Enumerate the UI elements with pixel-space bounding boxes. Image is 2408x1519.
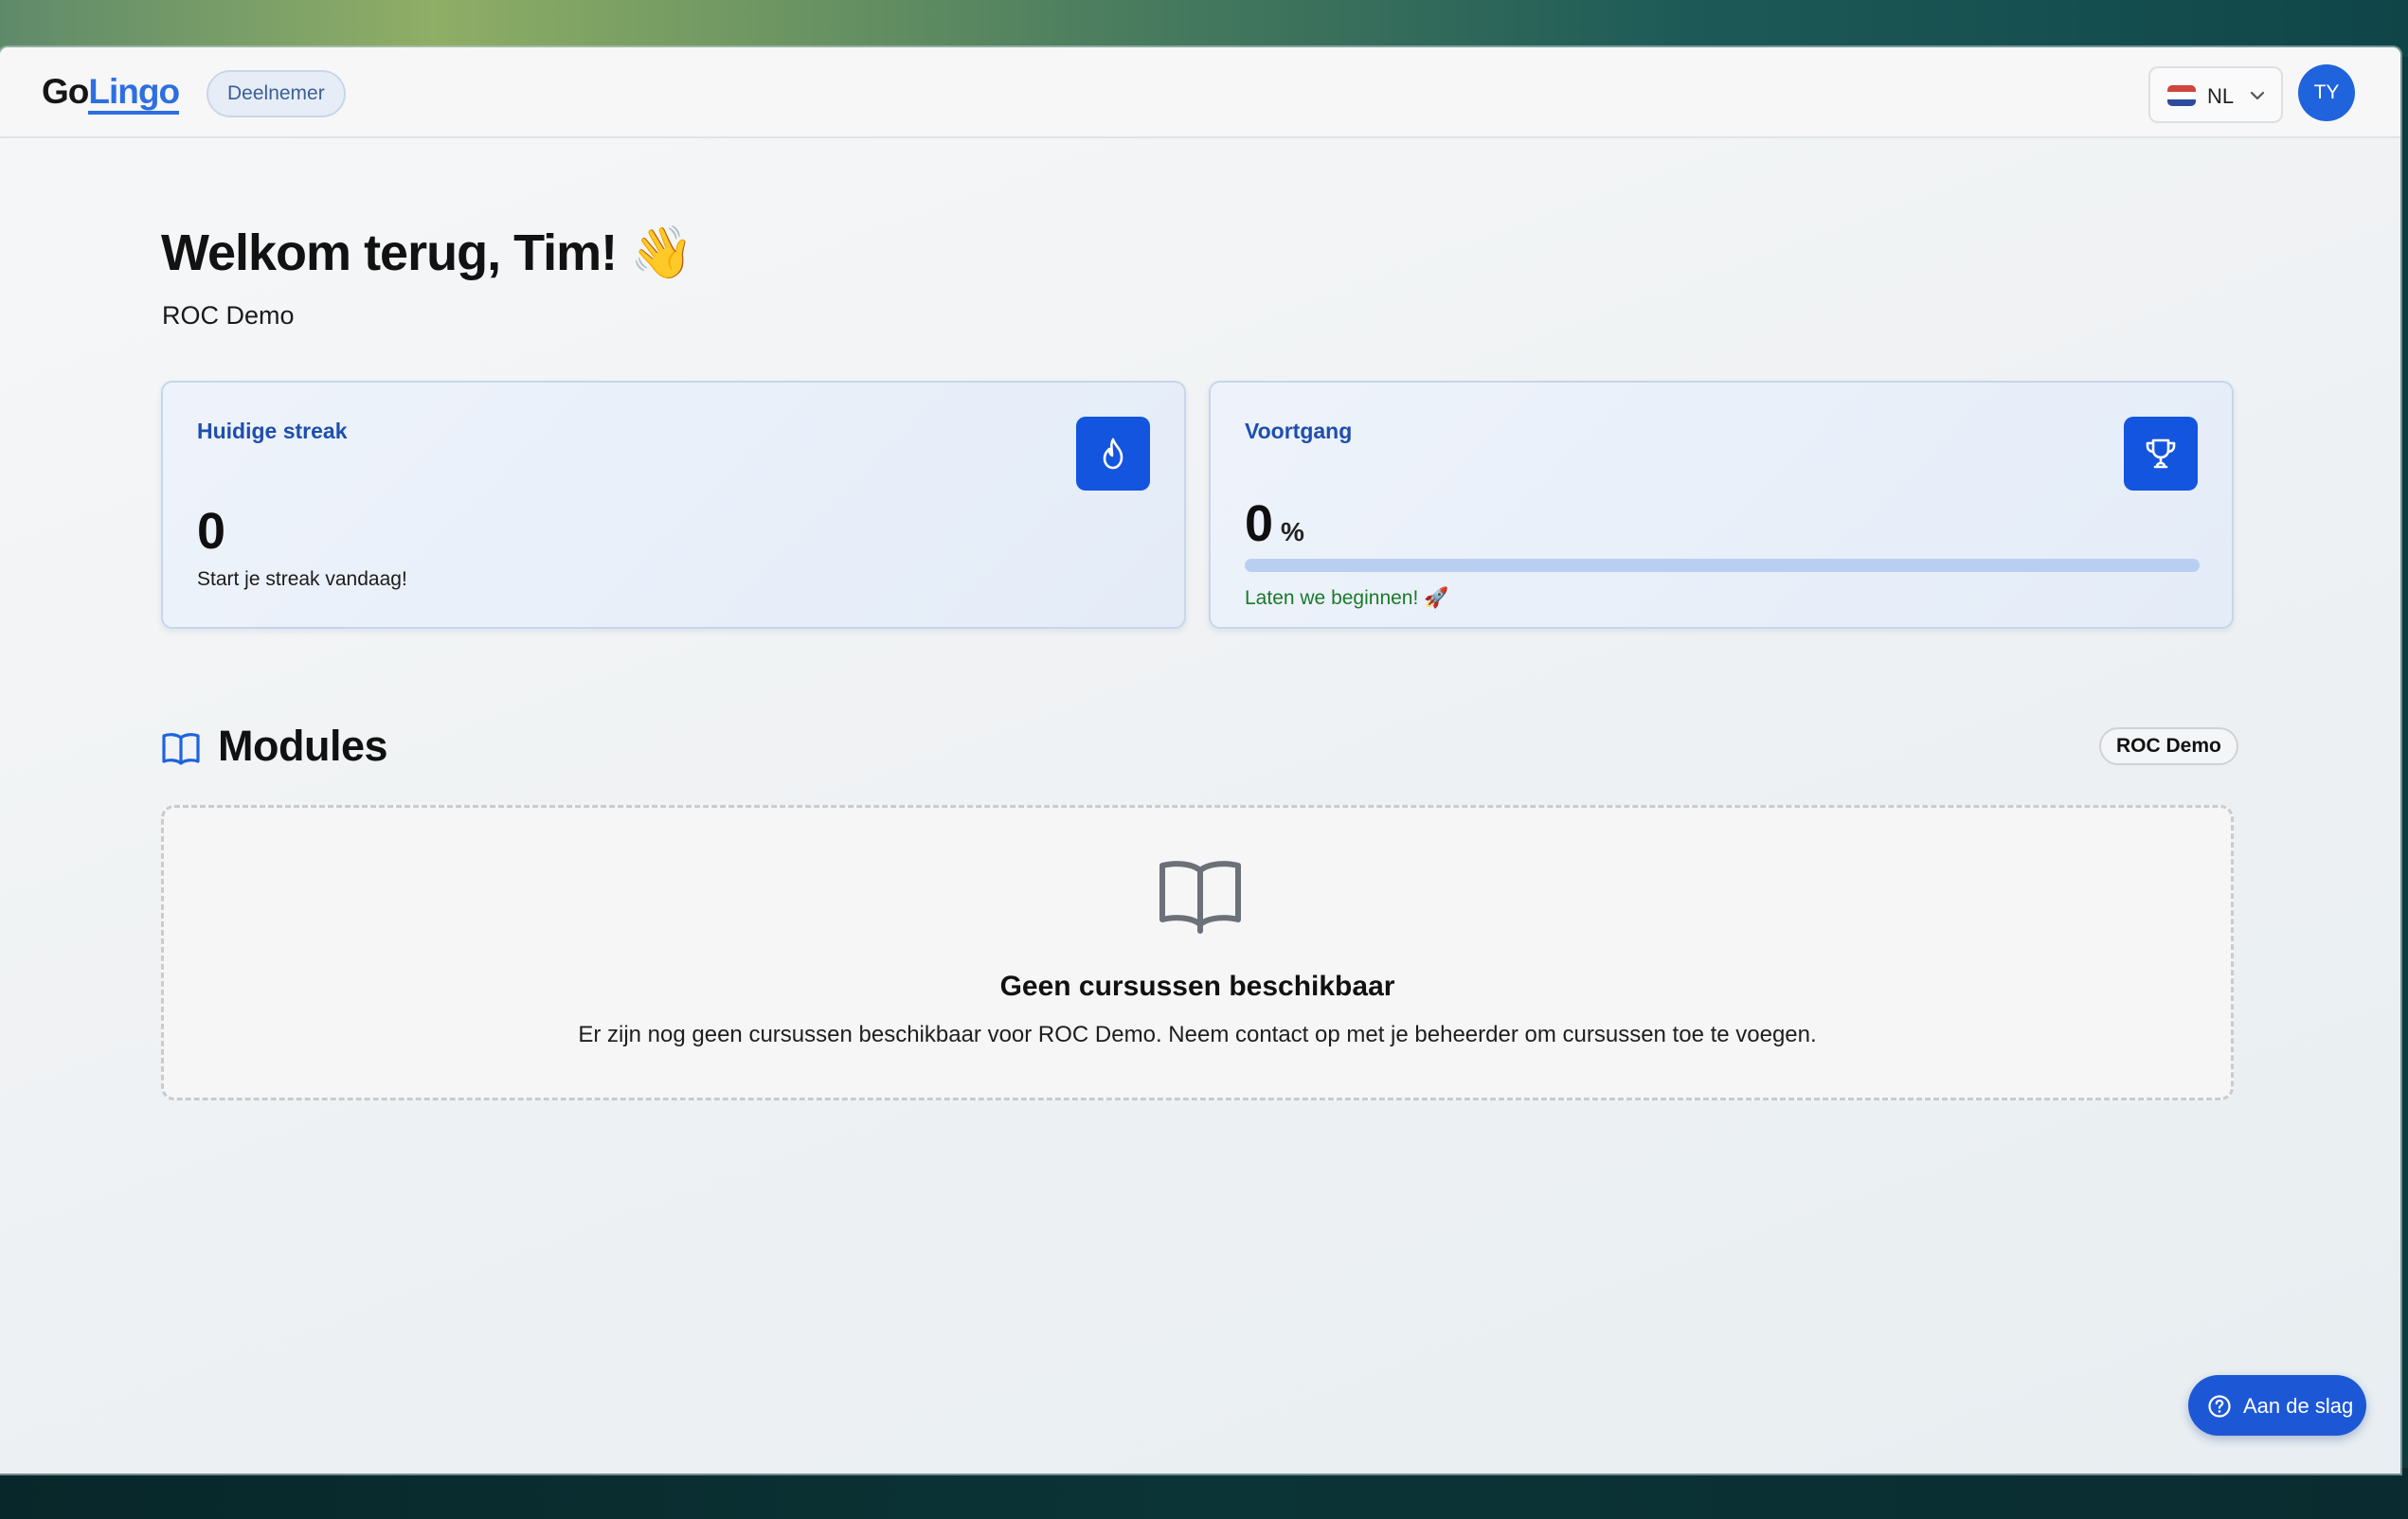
empty-courses-state: Geen cursussen beschikbaar Er zijn nog g… (161, 805, 2234, 1100)
progress-message: Laten we beginnen! 🚀 (1245, 587, 1449, 609)
logo-accent: Lingo (88, 72, 180, 115)
progress-value: 0 (1245, 495, 1274, 552)
language-selector[interactable]: NL (2148, 66, 2283, 123)
empty-state-description: Er zijn nog geen cursussen beschikbaar v… (578, 1022, 1817, 1047)
progress-value-wrapper: 0% (1245, 494, 1304, 553)
empty-state-title: Geen cursussen beschikbaar (999, 971, 1395, 1002)
organization-pill: ROC Demo (2099, 727, 2238, 765)
desktop-wallpaper-bottom (0, 1468, 2408, 1519)
chevron-down-icon (2249, 81, 2266, 116)
progress-card-title: Voortgang (1245, 419, 1353, 443)
golingo-logo[interactable]: GoLingo (42, 72, 180, 115)
progress-card: Voortgang 0% Laten we beginnen! 🚀 (1209, 381, 2234, 629)
progress-unit: % (1281, 517, 1304, 546)
top-navigation-bar: GoLingo Deelnemer NL TY (0, 47, 2400, 138)
streak-card: Huidige streak 0 Start je streak vandaag… (161, 381, 1186, 629)
trophy-icon (2124, 417, 2198, 491)
user-avatar[interactable]: TY (2298, 64, 2355, 121)
modules-title: Modules (218, 722, 388, 770)
book-open-icon (162, 733, 200, 765)
book-open-icon-large (1159, 861, 1241, 934)
browser-window: GoLingo Deelnemer NL TY Welkom terug, Ti… (0, 47, 2400, 1474)
role-badge: Deelnemer (207, 70, 346, 117)
welcome-heading: Welkom terug, Tim! 👋 (161, 224, 693, 281)
flame-icon (1076, 417, 1150, 491)
streak-subtitle: Start je streak vandaag! (197, 568, 407, 590)
progress-bar (1245, 559, 2200, 572)
streak-card-title: Huidige streak (197, 419, 348, 443)
netherlands-flag-icon (2167, 85, 2196, 106)
get-started-help-button[interactable]: Aan de slag (2188, 1375, 2366, 1436)
streak-value: 0 (197, 503, 226, 560)
logo-prefix: Go (42, 72, 89, 111)
organization-name: ROC Demo (162, 301, 295, 330)
language-code: NL (2207, 84, 2235, 108)
help-circle-icon (2208, 1395, 2231, 1418)
help-button-label: Aan de slag (2243, 1394, 2354, 1418)
